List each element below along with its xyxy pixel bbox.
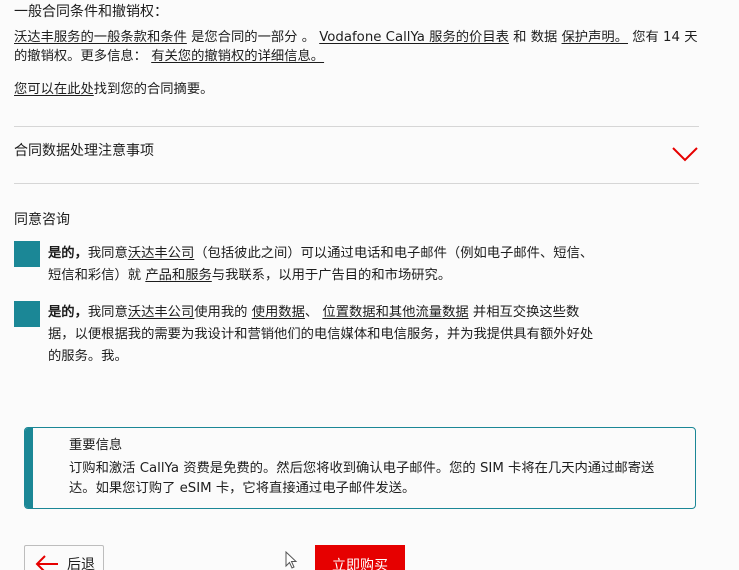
consent-text: 与我联系，以用于广告目的和市场研究。 [211, 268, 452, 283]
consent-text: 我同意 [87, 305, 128, 320]
data-processing-accordion[interactable]: 合同数据处理注意事项 [14, 127, 699, 183]
products-services-link[interactable]: 产品和服务 [145, 268, 211, 283]
buy-now-label: 立即购买 [332, 558, 388, 570]
important-info-box: 重要信息 订购和激活 CallYa 资费是免费的。然后您将收到确认电子邮件。您的… [24, 427, 696, 509]
consent-data-usage-text: 是的，我同意沃达丰公司使用我的 使用数据、 位置数据和其他流量数据 并相互交换这… [48, 302, 598, 368]
divider [14, 183, 699, 184]
back-button[interactable]: 后退 [24, 545, 104, 570]
info-body: 订购和激活 CallYa 资费是免费的。然后您将收到确认电子邮件。您的 SIM … [69, 461, 655, 496]
arrow-left-icon [35, 555, 58, 570]
consent-data-usage-checkbox[interactable] [14, 301, 40, 327]
checkout-page: 一般合同条件和撤销权： 沃达丰服务的一般条款和条件 是您合同的一部分 。 Vod… [0, 0, 739, 570]
info-accent-bar [25, 428, 33, 508]
consent-marketing-text: 是的，我同意沃达丰公司（包括彼此之间）可以通过电话和电子邮件（例如电子邮件、短信… [48, 243, 598, 287]
general-terms-link[interactable]: 沃达丰服务的一般条款和条件 [14, 30, 187, 45]
consent-text: 使用我的 [194, 305, 252, 320]
terms-text: 是您合同的一部分 。 [186, 30, 320, 45]
vodafone-company-link[interactable]: 沃达丰公司 [128, 246, 194, 261]
withdrawal-details-link[interactable]: 有关您的撤销权的详细信息。 [151, 49, 324, 64]
mouse-cursor-icon [285, 551, 298, 569]
contract-summary-link[interactable]: 您可以在此处 [14, 82, 94, 97]
price-list-link[interactable]: Vodafone CallYa 服务的价目表 [319, 30, 509, 45]
terms-heading: 一般合同条件和撤销权： [14, 4, 168, 20]
consent-text: 、 [304, 305, 323, 320]
vodafone-company-link[interactable]: 沃达丰公司 [128, 305, 194, 320]
buy-now-button[interactable]: 立即购买 [315, 545, 405, 570]
contract-summary-text: 找到您的合同摘要。 [93, 82, 214, 97]
contract-summary-line: 您可以在此处找到您的合同摘要。 [14, 80, 213, 99]
usage-data-link[interactable]: 使用数据 [252, 305, 305, 320]
back-button-label: 后退 [67, 557, 95, 570]
accordion-title: 合同数据处理注意事项 [14, 143, 154, 159]
consent-yes: 是的， [48, 305, 88, 320]
consent-yes: 是的， [48, 246, 88, 261]
privacy-statement-link[interactable]: 保护声明。 [562, 30, 628, 45]
consent-text: 我同意 [87, 246, 128, 261]
chevron-down-icon[interactable] [671, 145, 699, 163]
info-title: 重要信息 [69, 438, 123, 453]
terms-paragraph: 沃达丰服务的一般条款和条件 是您合同的一部分 。 Vodafone CallYa… [14, 28, 704, 66]
location-traffic-data-link[interactable]: 位置数据和其他流量数据 [322, 305, 468, 320]
consent-marketing-checkbox[interactable] [14, 241, 40, 267]
terms-text: 和 数据 [508, 30, 562, 45]
consent-title: 同意咨询 [14, 212, 70, 228]
